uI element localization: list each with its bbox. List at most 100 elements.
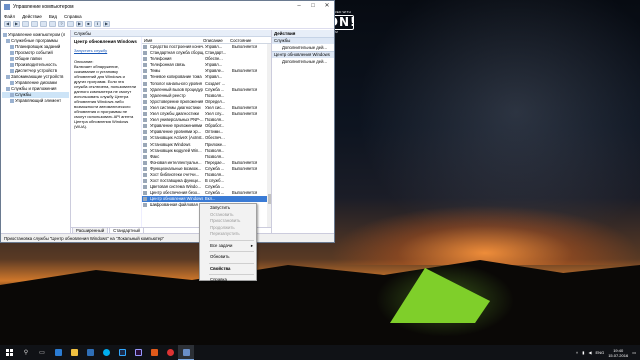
service-gear-icon: [143, 203, 147, 208]
service-gear-icon: [143, 118, 147, 123]
clock-date: 15.07.2016: [608, 352, 629, 358]
title-bar[interactable]: Управление компьютером – □ ✕: [1, 1, 334, 12]
properties-icon[interactable]: [67, 21, 74, 27]
restart-service-icon[interactable]: ▶: [103, 21, 110, 27]
menu-action[interactable]: Действие: [22, 14, 42, 19]
help-icon[interactable]: ?: [58, 21, 65, 27]
start-button[interactable]: [0, 345, 18, 360]
gear-icon: [10, 93, 14, 97]
service-gear-icon: [143, 154, 147, 159]
service-gear-icon: [143, 142, 147, 147]
context-menu-label: Свойства: [210, 265, 231, 271]
performance-icon: [10, 63, 14, 67]
start-service-icon[interactable]: ▶: [76, 21, 83, 27]
context-menu-item[interactable]: Справка: [200, 277, 256, 284]
service-gear-icon: [143, 112, 147, 117]
service-gear-icon: [143, 63, 147, 68]
network-icon[interactable]: ▮: [582, 350, 584, 355]
menu-separator: [209, 251, 254, 252]
column-description[interactable]: Описание: [202, 37, 229, 43]
actions-section-services[interactable]: Службы: [272, 37, 334, 44]
actions-pane: Действия Службы Дополнительные дей... Це…: [271, 30, 334, 234]
vertical-scrollbar[interactable]: [267, 44, 271, 227]
services-apps-icon: [6, 87, 10, 91]
menu-separator: [209, 239, 254, 241]
forward-icon[interactable]: ▶: [13, 21, 20, 27]
more-actions-windows-update[interactable]: Дополнительные дей...: [272, 58, 334, 65]
pause-service-icon[interactable]: ‖: [94, 21, 101, 27]
minimize-button[interactable]: –: [292, 1, 306, 12]
up-folder-icon[interactable]: [22, 21, 29, 27]
context-menu-label: Справка: [210, 277, 227, 282]
back-icon[interactable]: ◀: [4, 21, 11, 27]
service-gear-icon: [143, 105, 147, 110]
actions-section-windows-update[interactable]: Центр обновления Windows: [272, 51, 334, 58]
export-list-icon[interactable]: [49, 21, 56, 27]
service-gear-icon: [143, 99, 147, 104]
description-text: Включает обнаружение, скачивание и устан…: [74, 64, 137, 129]
service-gear-icon: [143, 130, 147, 135]
stop-service-icon[interactable]: ■: [85, 21, 92, 27]
computer-management-window: Управление компьютером – □ ✕ Файл Действ…: [0, 0, 335, 243]
horizon-glow: [330, 205, 640, 265]
context-menu-item: Перезапустить: [200, 231, 256, 238]
context-menu-label: Остановить: [210, 211, 234, 217]
store-icon[interactable]: [82, 345, 98, 360]
task-view-icon[interactable]: ▭: [34, 345, 50, 360]
refresh-icon[interactable]: [40, 21, 47, 27]
service-gear-icon: [143, 160, 147, 165]
column-name[interactable]: Имя: [142, 37, 202, 43]
system-tray: ˄ ▮ ◀ ENG 19:40 15.07.2016 ▭: [576, 348, 640, 358]
file-explorer-icon[interactable]: [66, 345, 82, 360]
volume-icon[interactable]: ◀: [588, 350, 591, 355]
service-gear-icon: [143, 191, 147, 196]
service-gear-icon: [143, 197, 147, 202]
service-description-panel: Центр обновления Windows Запустить служб…: [71, 37, 141, 227]
pane-content: Центр обновления Windows Запустить служб…: [71, 37, 271, 227]
tray-up-arrow-icon[interactable]: ˄: [576, 350, 578, 355]
status-bar: Приостановка службы "Центр обновления Wi…: [1, 233, 334, 242]
language-indicator[interactable]: ENG: [596, 350, 605, 355]
context-menu-item[interactable]: Все задачи ▸: [200, 243, 256, 250]
context-menu-label: Продолжить: [210, 224, 235, 230]
menu-view[interactable]: Вид: [49, 14, 57, 19]
scrollbar-thumb[interactable]: [267, 194, 271, 204]
window-title: Управление компьютером: [13, 3, 74, 10]
tools-icon: [6, 39, 10, 43]
edge-icon[interactable]: [50, 345, 66, 360]
computer-management-taskbar-icon[interactable]: [178, 345, 194, 360]
service-gear-icon: [143, 69, 147, 74]
services-list: Имя Описание Состояние Средство построен…: [141, 37, 271, 227]
menu-file[interactable]: Файл: [4, 14, 15, 19]
browser-icon[interactable]: [162, 345, 178, 360]
close-button[interactable]: ✕: [320, 1, 334, 12]
folder-icon: [10, 57, 14, 61]
app-icon: [4, 3, 10, 10]
console-tree: Управление компьютером (л Служебные прог…: [1, 30, 71, 234]
search-icon[interactable]: ⚲: [18, 345, 34, 360]
column-state[interactable]: Состояние: [229, 37, 258, 43]
show-tree-icon[interactable]: [31, 21, 38, 27]
menu-separator: [209, 262, 254, 264]
menu-help[interactable]: Справка: [64, 14, 82, 19]
photoshop-icon[interactable]: [114, 345, 130, 360]
media-player-icon[interactable]: [146, 345, 162, 360]
notifications-icon[interactable]: ▭: [632, 350, 636, 355]
context-menu-label: Все задачи: [210, 242, 233, 248]
service-gear-icon: [143, 166, 147, 171]
skype-icon[interactable]: [98, 345, 114, 360]
premiere-icon[interactable]: [130, 345, 146, 360]
context-menu-item[interactable]: Свойства: [200, 266, 256, 273]
tree-item-wmi-control[interactable]: Управляющий элемент: [2, 98, 69, 104]
more-actions-services[interactable]: Дополнительные дей...: [272, 44, 334, 51]
service-gear-icon: [143, 185, 147, 190]
context-menu: Запустить Остановить Приостановить Продолжи…: [199, 203, 257, 284]
start-service-link[interactable]: Запустить службу: [74, 48, 138, 53]
context-menu-item[interactable]: Обновить: [200, 254, 256, 261]
context-menu-label: Приостановить: [210, 218, 241, 223]
clock[interactable]: 19:40 15.07.2016: [608, 348, 628, 358]
context-menu-label: Запустить: [210, 205, 231, 210]
service-gear-icon: [143, 148, 147, 153]
maximize-button[interactable]: □: [306, 1, 320, 12]
windows-logo-icon: [5, 349, 13, 356]
